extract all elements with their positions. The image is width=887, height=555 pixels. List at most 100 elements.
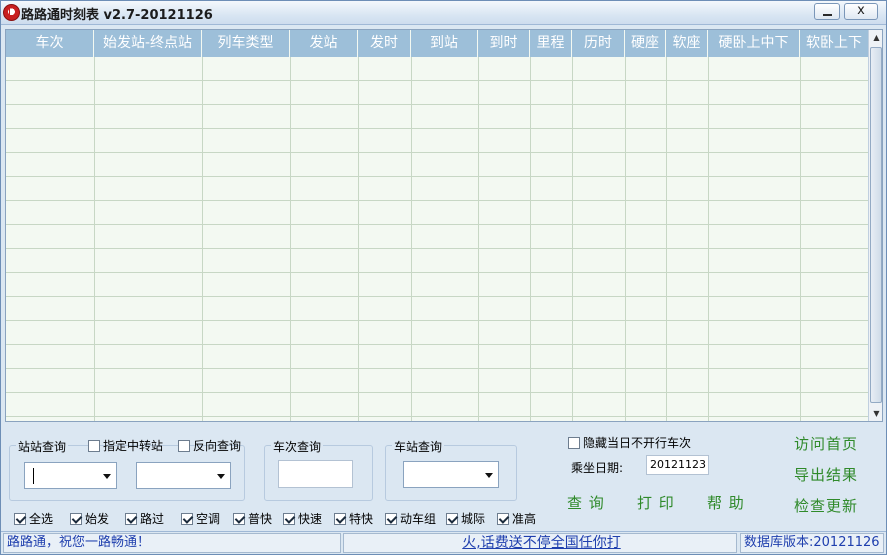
checkbox-box[interactable] xyxy=(283,512,295,525)
via-station-label: 指定中转站 xyxy=(103,439,164,453)
filter-fast-checkbox[interactable]: 快速 xyxy=(283,510,322,527)
checkbox-box[interactable] xyxy=(334,512,346,525)
hide-not-running-label: 隐藏当日不开行车次 xyxy=(583,436,692,450)
column-header-train-no[interactable]: 车次 xyxy=(6,30,94,57)
via-station-checkbox[interactable]: 指定中转站 xyxy=(88,437,163,454)
close-button[interactable]: x xyxy=(844,3,878,20)
filter-label: 全选 xyxy=(29,512,54,526)
filter-passing-checkbox[interactable]: 路过 xyxy=(125,510,164,527)
train-number-input[interactable] xyxy=(278,460,353,488)
scroll-up-icon[interactable]: ▲ xyxy=(869,30,882,45)
scroll-thumb[interactable] xyxy=(870,47,882,403)
filter-label: 准高 xyxy=(512,512,537,526)
reverse-query-checkbox[interactable]: 反向查询 xyxy=(178,437,241,454)
app-logo-icon xyxy=(3,4,20,21)
hide-not-running-checkbox[interactable]: 隐藏当日不开行车次 xyxy=(568,434,691,451)
main-window: 路路通时刻表 v2.7-20121126 x 车次 始发站-终点站 列车类型 发… xyxy=(0,0,887,555)
chevron-down-icon[interactable] xyxy=(485,473,493,478)
column-header-hard-sleeper[interactable]: 硬卧上中下 xyxy=(708,30,800,57)
column-header-train-type[interactable]: 列车类型 xyxy=(202,30,290,57)
column-header-distance[interactable]: 里程 xyxy=(530,30,572,57)
column-divider xyxy=(94,57,95,421)
window-title: 路路通时刻表 v2.7-20121126 xyxy=(21,8,213,23)
checkbox-box[interactable] xyxy=(568,436,580,449)
filter-label: 始发 xyxy=(85,512,110,526)
help-button[interactable]: 帮 助 xyxy=(707,492,745,513)
title-bar: 路路通时刻表 v2.7-20121126 x xyxy=(1,1,886,25)
status-ad-link[interactable]: 火,话费送不停全国任你打 xyxy=(343,533,737,553)
column-divider xyxy=(478,57,479,421)
filter-label: 路过 xyxy=(140,512,165,526)
filter-label: 普快 xyxy=(248,512,273,526)
train-query-group: 车次查询 xyxy=(264,438,373,501)
filter-emu-checkbox[interactable]: 动车组 xyxy=(385,510,436,527)
station-query-title: 站站查询 xyxy=(16,438,69,455)
scroll-down-icon[interactable]: ▼ xyxy=(869,406,882,421)
stop-station-combo[interactable] xyxy=(403,461,499,488)
text-cursor xyxy=(33,468,34,484)
checkbox-box[interactable] xyxy=(125,512,137,525)
print-button[interactable]: 打 印 xyxy=(637,492,675,513)
column-divider xyxy=(572,57,573,421)
visit-home-link[interactable]: 访问首页 xyxy=(794,433,858,454)
filter-all-checkbox[interactable]: 全选 xyxy=(14,510,53,527)
column-header-hard-seat[interactable]: 硬座 xyxy=(625,30,666,57)
vertical-scrollbar[interactable]: ▲ ▼ xyxy=(868,30,882,421)
column-divider xyxy=(290,57,291,421)
reverse-query-label: 反向查询 xyxy=(193,439,242,453)
filter-label: 空调 xyxy=(196,512,221,526)
checkbox-box[interactable] xyxy=(497,512,509,525)
checkbox-box[interactable] xyxy=(181,512,193,525)
grid-header: 车次 始发站-终点站 列车类型 发站 发时 到站 到时 里程 历时 硬座 软座 … xyxy=(6,30,868,57)
column-divider xyxy=(800,57,801,421)
filter-ac-checkbox[interactable]: 空调 xyxy=(181,510,220,527)
column-divider xyxy=(530,57,531,421)
column-header-depart-station[interactable]: 发站 xyxy=(290,30,358,57)
from-station-combo[interactable] xyxy=(24,462,117,489)
checkbox-box[interactable] xyxy=(70,512,82,525)
status-bar: 路路通，祝您一路畅通！ 火,话费送不停全国任你打 数据库版本:20121126 xyxy=(1,531,886,554)
filter-label: 快速 xyxy=(298,512,323,526)
column-divider xyxy=(411,57,412,421)
checkbox-box[interactable] xyxy=(88,439,100,452)
column-header-soft-seat[interactable]: 软座 xyxy=(666,30,708,57)
filter-label: 城际 xyxy=(461,512,486,526)
filter-quasi-high-speed-checkbox[interactable]: 准高 xyxy=(497,510,536,527)
column-divider xyxy=(202,57,203,421)
filter-label: 特快 xyxy=(349,512,374,526)
to-station-combo[interactable] xyxy=(136,462,231,489)
query-button[interactable]: 查 询 xyxy=(567,492,605,513)
column-divider xyxy=(625,57,626,421)
checkbox-box[interactable] xyxy=(178,439,190,452)
column-header-duration[interactable]: 历时 xyxy=(572,30,625,57)
grid-body[interactable] xyxy=(6,57,868,421)
chevron-down-icon[interactable] xyxy=(217,474,225,479)
checkbox-box[interactable] xyxy=(446,512,458,525)
travel-date-input[interactable]: 20121123 xyxy=(646,455,709,475)
check-update-link[interactable]: 检查更新 xyxy=(794,495,858,516)
column-header-soft-sleeper[interactable]: 软卧上下 xyxy=(800,30,868,57)
stop-query-group: 车站查询 xyxy=(385,438,517,501)
checkbox-box[interactable] xyxy=(233,512,245,525)
checkbox-box[interactable] xyxy=(14,512,26,525)
filter-express-checkbox[interactable]: 特快 xyxy=(334,510,373,527)
travel-date-label: 乘坐日期: xyxy=(571,461,624,475)
column-divider xyxy=(358,57,359,421)
train-query-title: 车次查询 xyxy=(271,438,324,455)
checkbox-box[interactable] xyxy=(385,512,397,525)
column-divider xyxy=(708,57,709,421)
filter-intercity-checkbox[interactable]: 城际 xyxy=(446,510,485,527)
column-header-arrive-station[interactable]: 到站 xyxy=(411,30,478,57)
timetable-grid[interactable]: 车次 始发站-终点站 列车类型 发站 发时 到站 到时 里程 历时 硬座 软座 … xyxy=(5,29,883,422)
export-results-link[interactable]: 导出结果 xyxy=(794,464,858,485)
column-header-arrive-time[interactable]: 到时 xyxy=(478,30,530,57)
status-greeting: 路路通，祝您一路畅通！ xyxy=(3,533,341,553)
column-header-route[interactable]: 始发站-终点站 xyxy=(94,30,202,57)
column-header-depart-time[interactable]: 发时 xyxy=(358,30,411,57)
filter-ordinary-checkbox[interactable]: 普快 xyxy=(233,510,272,527)
filter-label: 动车组 xyxy=(400,512,437,526)
column-divider xyxy=(666,57,667,421)
filter-origin-checkbox[interactable]: 始发 xyxy=(70,510,109,527)
minimize-button[interactable] xyxy=(814,3,840,20)
chevron-down-icon[interactable] xyxy=(103,474,111,479)
